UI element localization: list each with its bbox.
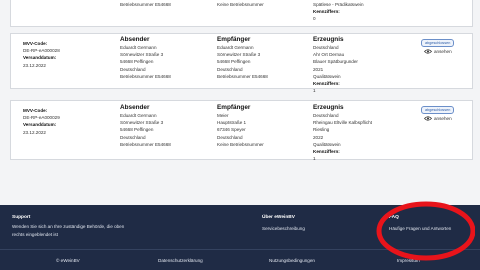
sender-line: Eduardt Germann: [120, 45, 157, 50]
product-line: Qualitätswein: [313, 141, 341, 147]
eye-icon: [424, 49, 432, 54]
support-text: Wenden Sie sich an Ihre zuständige Behör…: [12, 223, 124, 239]
recipient-column: Empfänger Meier Hauptstraße 1 67346 Spey…: [217, 104, 264, 148]
eye-icon: [424, 116, 432, 121]
product-heading: Erzeugnis: [313, 104, 344, 111]
product-line: 2022: [313, 134, 324, 140]
product-line: Riesling: [313, 127, 330, 133]
recipient-heading: Empfänger: [217, 36, 251, 43]
product-column: Erzeugnis Deutschland Ahr Ort Dernau Bla…: [313, 36, 358, 94]
product-heading: Erzeugnis: [313, 36, 344, 43]
recipient-line: Eduardt Germann: [217, 45, 254, 50]
view-label: ansehen: [434, 116, 452, 121]
shipment-meta: MVV-Code: DE-RP-eA000028 Versanddatum: 2…: [23, 40, 60, 69]
quantity-value: 1: [313, 156, 316, 162]
recipient-line: Deutschland: [217, 134, 243, 140]
status-badge: abgeschlossen: [421, 39, 455, 47]
site-footer: Support Wenden Sie sich an Ihre zuständi…: [0, 205, 480, 270]
mvv-label: MVV-Code:: [23, 41, 48, 46]
mvv-code: DE-RP-eA000029: [23, 115, 60, 121]
shipping-date: 23.12.2022: [23, 129, 46, 135]
sender-column: Betriebsnummer E54668: [120, 1, 171, 8]
sender-line: Deutschland: [120, 66, 146, 72]
shipment-meta: MVV-Code: DE-RP-eA000029 Versanddatum: 2…: [23, 107, 60, 136]
shipping-date: 23.12.2022: [23, 62, 46, 68]
sender-line: Sörnewitzer Straße 3: [120, 120, 164, 126]
privacy-link[interactable]: Datenschutzerklärung: [158, 258, 203, 263]
recipient-line: Betriebsnummer E54668: [217, 73, 268, 79]
view-link[interactable]: ansehen: [424, 116, 452, 121]
date-label: Versanddatum:: [23, 55, 57, 61]
product-line: Blauer Spätburgunder: [313, 59, 358, 65]
recipient-line: Sörnewitzer Straße 3: [217, 52, 261, 58]
recipient-line: 67346 Speyer: [217, 127, 246, 133]
faq-title: FAQ: [389, 215, 399, 220]
recipient-column: Keine Betriebsnummer: [217, 1, 264, 8]
product-line: 2021: [313, 66, 324, 72]
view-label: ansehen: [434, 49, 452, 54]
view-link[interactable]: ansehen: [424, 49, 452, 54]
product-line: Qualitätswein: [313, 73, 341, 79]
about-title: Über eWeinBV: [262, 215, 295, 220]
mvv-label: MVV-Code:: [23, 108, 48, 113]
service-description-link[interactable]: Servicebeschreibung: [262, 226, 305, 231]
record-card: MVV-Code: DE-RP-eA000029 Versanddatum: 2…: [10, 100, 473, 162]
recipient-heading: Empfänger: [217, 104, 251, 111]
support-text-line: rechts eingeblendet ist: [12, 232, 58, 237]
record-card: MVV-Code: DE-RP-eA000028 Versanddatum: 2…: [10, 33, 473, 93]
quantity-value: 0: [313, 16, 316, 22]
sender-heading: Absender: [120, 104, 150, 111]
recipient-line: Meier: [217, 113, 229, 118]
product-column: Erzeugnis Deutschland Rheingau Eltville …: [313, 104, 372, 162]
sender-line: Betriebsnummer E54668: [120, 2, 171, 7]
date-label: Versanddatum:: [23, 122, 57, 128]
sender-line: 54668 Peffingen: [120, 127, 154, 133]
sender-line: Eduardt Germann: [120, 113, 157, 118]
recipient-line: 54668 Peffingen: [217, 59, 251, 65]
quantity-value: 1: [313, 88, 316, 94]
recipient-column: Empfänger Eduardt Germann Sörnewitzer St…: [217, 36, 268, 80]
product-line: Deutschland: [313, 113, 339, 118]
footer-divider: [0, 249, 480, 250]
mvv-code: DE-RP-eA000028: [23, 48, 60, 54]
sender-line: Betriebsnummer E54668: [120, 141, 171, 147]
terms-link[interactable]: Nutzungsbedingungen: [269, 258, 315, 263]
faq-link[interactable]: Häufige Fragen und Antworten: [389, 226, 451, 231]
sender-line: Sörnewitzer Straße 3: [120, 52, 164, 58]
recipient-line: Hauptstraße 1: [217, 120, 247, 126]
recipient-line: Keine Betriebsnummer: [217, 2, 264, 7]
quantity-label: Kennziffern:: [313, 81, 340, 87]
sender-line: Betriebsnummer E54668: [120, 73, 171, 79]
product-line: Ahr Ort Dernau: [313, 52, 345, 58]
quantity-label: Kennziffern:: [313, 9, 340, 15]
product-line: Rheingau Eltville Kalbspflicht: [313, 120, 372, 126]
recipient-line: Keine Betriebsnummer: [217, 141, 264, 147]
quantity-label: Kennziffern:: [313, 149, 340, 155]
support-text-line: Wenden Sie sich an Ihre zuständige Behör…: [12, 224, 125, 229]
product-line: Deutschland: [313, 45, 339, 50]
support-title: Support: [12, 215, 31, 220]
product-column: Spätlese - Prädikatswein Kennziffern: 0: [313, 1, 364, 23]
record-card-partial: Betriebsnummer E54668 Keine Betriebsnumm…: [10, 0, 473, 27]
imprint-link[interactable]: Impressum: [397, 258, 420, 263]
recipient-line: Deutschland: [217, 66, 243, 72]
sender-heading: Absender: [120, 36, 150, 43]
sender-column: Absender Eduardt Germann Sörnewitzer Str…: [120, 104, 171, 148]
sender-line: Deutschland: [120, 134, 146, 140]
sender-column: Absender Eduardt Germann Sörnewitzer Str…: [120, 36, 171, 80]
product-line: Spätlese - Prädikatswein: [313, 2, 364, 7]
copyright: © eWeinBV: [56, 258, 80, 263]
status-badge: abgeschlossen: [421, 106, 455, 114]
sender-line: 54668 Peffingen: [120, 59, 154, 65]
